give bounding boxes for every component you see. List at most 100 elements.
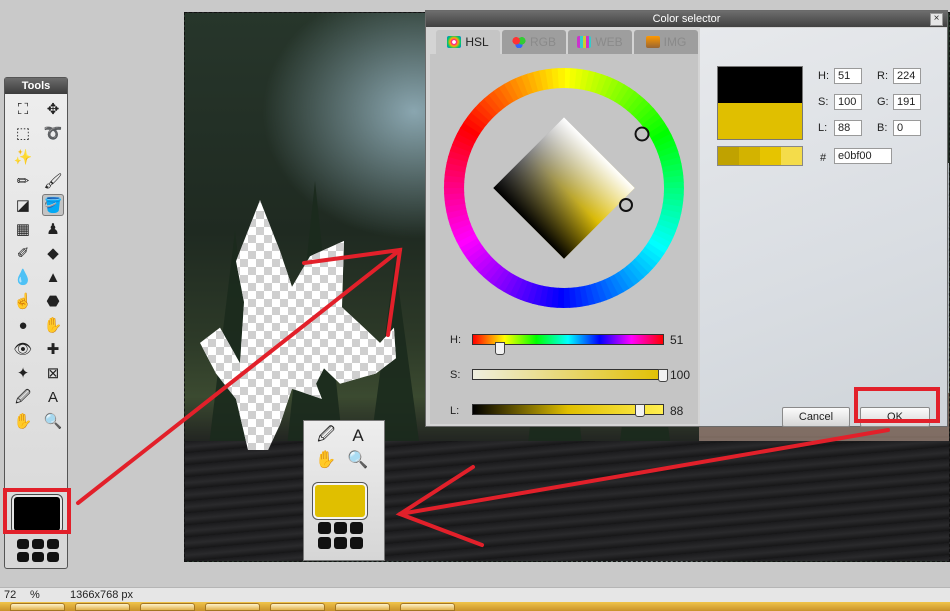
tab-label: RGB — [529, 35, 556, 49]
l-slider-value: 88 — [670, 404, 684, 418]
lasso-tool[interactable]: ➰ — [42, 122, 64, 144]
shade-swatch[interactable] — [760, 147, 781, 165]
hand-tool[interactable]: ✋ — [314, 449, 338, 471]
saturation-slider[interactable] — [472, 369, 664, 380]
gradient-tool[interactable]: ▦ — [12, 218, 34, 240]
palette-swatch[interactable] — [334, 522, 347, 534]
red-eye-tool[interactable]: 👁 — [12, 338, 34, 360]
blur-tool[interactable]: 💧 — [12, 266, 34, 288]
taskbar-button[interactable] — [205, 603, 260, 611]
zoom-tool[interactable]: 🔍 — [346, 449, 370, 471]
shade-strip — [717, 146, 803, 166]
color-selector-dialog: Color selector × H: 51 S: 100 L: 88 R: 2… — [425, 10, 948, 427]
sl-square[interactable] — [493, 117, 635, 259]
hex-field[interactable]: e0bf00 — [834, 148, 892, 164]
b-field[interactable]: 0 — [893, 120, 921, 136]
zoom-tool[interactable]: 🔍 — [42, 410, 64, 432]
status-bar: 72 % 1366x768 px — [0, 587, 950, 603]
palette-swatch[interactable] — [17, 552, 29, 562]
palette-swatch[interactable] — [334, 537, 347, 549]
s-field[interactable]: 100 — [834, 94, 862, 110]
spot-heal-tool[interactable]: ✚ — [42, 338, 64, 360]
color-mode-tabs: HSL RGB WEB IMG — [436, 30, 698, 54]
hsl-tab-icon — [447, 36, 462, 48]
tab-rgb[interactable]: RGB — [502, 30, 566, 54]
hsl-panel: H: 51 S: 100 L: 88 — [430, 54, 698, 424]
web-tab-icon — [577, 36, 592, 48]
magic-wand-tool[interactable]: ✨ — [12, 146, 34, 168]
close-button[interactable]: × — [930, 13, 943, 26]
type-tool[interactable]: A — [346, 425, 370, 447]
h-slider-label: H: — [450, 334, 461, 346]
highlight-box-ok — [854, 387, 940, 423]
palette-swatch[interactable] — [47, 552, 59, 562]
hue-slider-thumb[interactable] — [494, 342, 505, 355]
stamp-tool[interactable]: ♟ — [42, 218, 64, 240]
l-field[interactable]: 88 — [834, 120, 862, 136]
taskbar-button[interactable] — [10, 603, 65, 611]
taskbar-button[interactable] — [335, 603, 390, 611]
zoom-value[interactable]: 72 — [4, 588, 16, 603]
move-tool[interactable]: ✥ — [42, 98, 64, 120]
lightness-slider-thumb[interactable] — [635, 404, 646, 417]
dodge-tool[interactable]: ● — [12, 314, 34, 336]
brush-tool[interactable]: 🖌 — [42, 170, 64, 192]
shade-swatch[interactable] — [718, 147, 739, 165]
tab-label: WEB — [595, 35, 623, 49]
hue-marker[interactable] — [634, 126, 650, 142]
tab-img[interactable]: IMG — [634, 30, 698, 54]
inset-tool-grid: 🖉 A ✋ 🔍 — [304, 421, 384, 471]
inset-foreground-swatch[interactable] — [313, 483, 367, 519]
palette-swatch[interactable] — [318, 537, 331, 549]
sponge-tool[interactable]: ⬣ — [42, 290, 64, 312]
sharpen-tool[interactable]: ▲ — [42, 266, 64, 288]
sl-marker[interactable] — [619, 198, 633, 212]
palette-swatch[interactable] — [17, 539, 29, 549]
pencil-tool[interactable]: ✏ — [12, 170, 34, 192]
h-field-label: H: — [818, 70, 829, 82]
marquee-tool[interactable]: ⬚ — [12, 122, 34, 144]
previous-color[interactable] — [718, 67, 802, 103]
shade-swatch[interactable] — [739, 147, 760, 165]
hex-label: # — [820, 152, 827, 164]
palette-swatch[interactable] — [32, 552, 44, 562]
palette-swatch[interactable] — [318, 522, 331, 534]
color-picker-tool[interactable]: 🖉 — [314, 425, 338, 447]
palette-swatch[interactable] — [47, 539, 59, 549]
color-replace-tool[interactable]: ✐ — [12, 242, 34, 264]
zoomed-tools-inset: 🖉 A ✋ 🔍 — [303, 420, 385, 561]
type-tool[interactable]: A — [42, 386, 64, 408]
color-picker-tool[interactable]: 🖉 — [12, 386, 34, 408]
tab-hsl[interactable]: HSL — [436, 30, 500, 54]
saturation-slider-thumb[interactable] — [658, 369, 668, 382]
s-slider-value: 100 — [670, 368, 691, 382]
eraser-tool[interactable]: ◪ — [12, 194, 34, 216]
palette-swatch[interactable] — [350, 537, 363, 549]
bloat-tool[interactable]: ✦ — [12, 362, 34, 384]
b-field-label: B: — [877, 122, 888, 134]
r-field[interactable]: 224 — [893, 68, 921, 84]
smudge-tool[interactable]: ☝ — [12, 290, 34, 312]
crop-tool[interactable]: ⛶ — [12, 98, 34, 120]
g-field[interactable]: 191 — [893, 94, 921, 110]
taskbar-button[interactable] — [400, 603, 455, 611]
palette-swatch[interactable] — [350, 522, 363, 534]
taskbar-button[interactable] — [140, 603, 195, 611]
shade-swatch[interactable] — [781, 147, 802, 165]
empty-slot — [42, 146, 64, 168]
paint-bucket-tool[interactable]: 🪣 — [42, 194, 64, 216]
inset-swatch-grid — [318, 522, 363, 549]
hand-tool[interactable]: ✋ — [12, 410, 34, 432]
dialog-titlebar[interactable]: Color selector × — [426, 11, 947, 27]
pinch-tool[interactable]: ⊠ — [42, 362, 64, 384]
tab-web[interactable]: WEB — [568, 30, 632, 54]
h-field[interactable]: 51 — [834, 68, 862, 84]
cancel-button[interactable]: Cancel — [782, 407, 850, 427]
shapes-tool[interactable]: ◆ — [42, 242, 64, 264]
palette-swatch[interactable] — [32, 539, 44, 549]
hsl-wheel-svg[interactable] — [430, 54, 698, 314]
taskbar-button[interactable] — [75, 603, 130, 611]
taskbar-button[interactable] — [270, 603, 325, 611]
tab-label: IMG — [663, 35, 687, 49]
burn-tool[interactable]: ✋ — [42, 314, 64, 336]
